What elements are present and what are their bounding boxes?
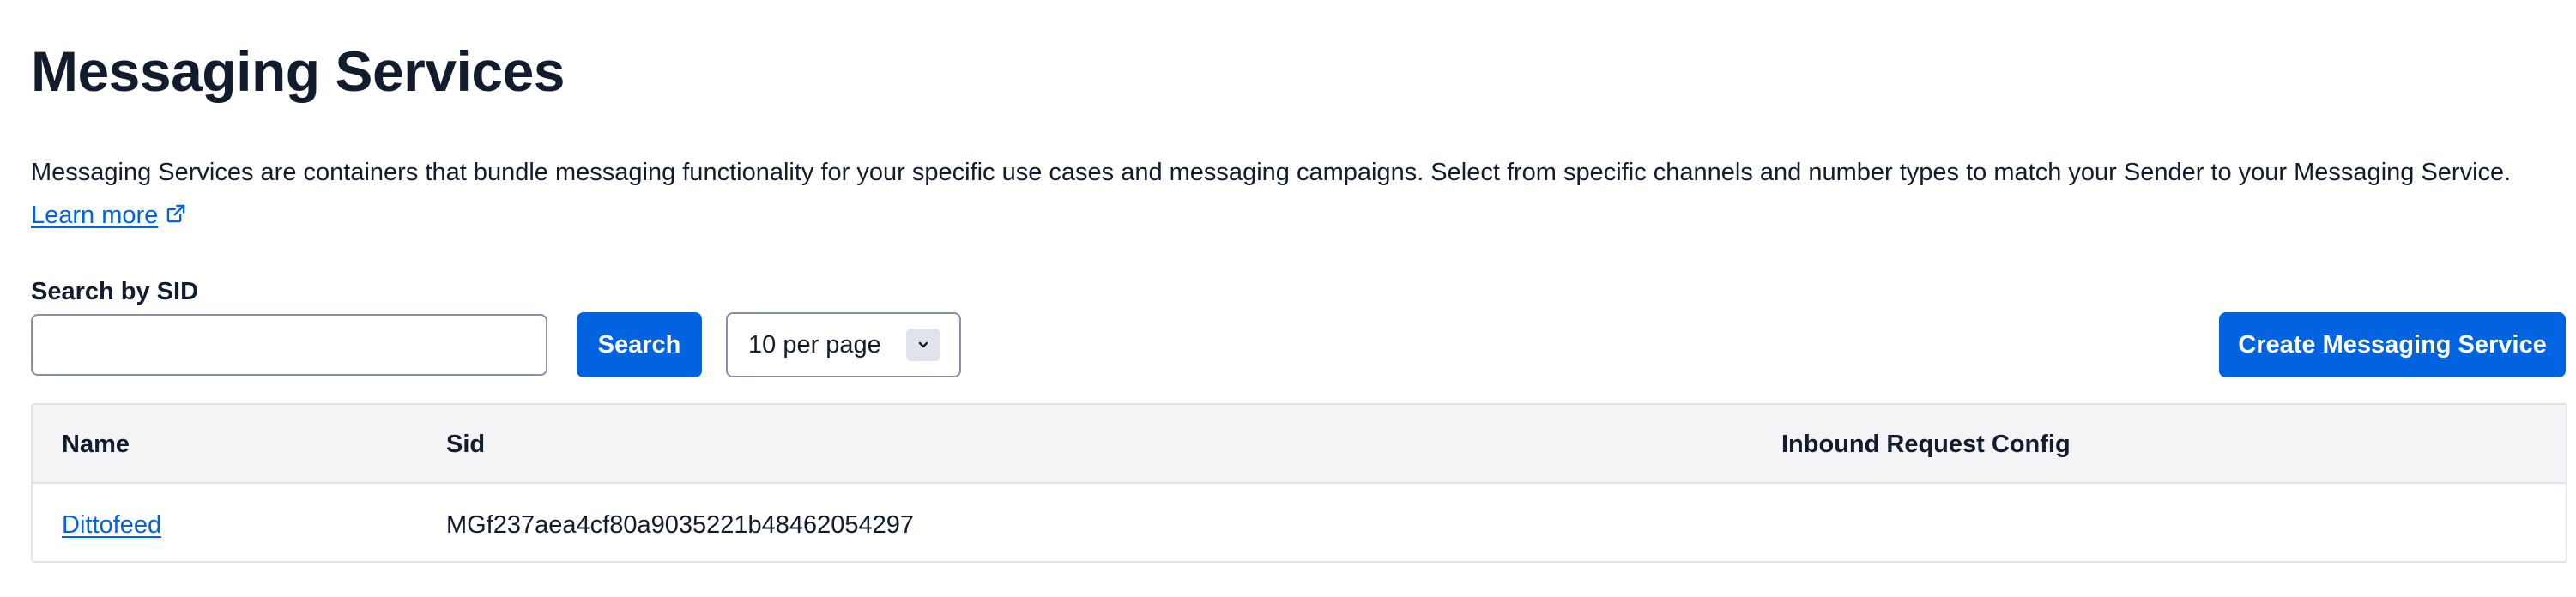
search-sid-input[interactable] [31, 314, 547, 376]
table-header: Name Sid Inbound Request Config [33, 405, 2566, 484]
create-messaging-service-button[interactable]: Create Messaging Service [2219, 312, 2566, 377]
learn-more-link[interactable]: Learn more [31, 202, 158, 229]
column-header-sid: Sid [446, 431, 486, 458]
search-button[interactable]: Search [577, 312, 702, 377]
service-sid: MGf237aea4cf80a9035221b48462054297 [446, 511, 915, 539]
messaging-services-table: Name Sid Inbound Request Config Dittofee… [31, 403, 2567, 563]
column-header-inbound-request-config: Inbound Request Config [1781, 431, 2071, 458]
chevron-down-icon [906, 329, 940, 361]
column-header-name: Name [62, 431, 130, 458]
per-page-select[interactable]: 10 per page [726, 312, 961, 377]
page-description: Messaging Services are containers that b… [31, 151, 2571, 237]
page-title: Messaging Services [31, 39, 565, 103]
learn-more-label: Learn more [31, 202, 159, 229]
per-page-value: 10 per page [748, 331, 881, 359]
search-label: Search by SID [31, 278, 199, 305]
external-link-icon [167, 205, 185, 223]
service-name-link[interactable]: Dittofeed [62, 508, 161, 542]
description-text: Messaging Services are containers that b… [31, 159, 2512, 186]
